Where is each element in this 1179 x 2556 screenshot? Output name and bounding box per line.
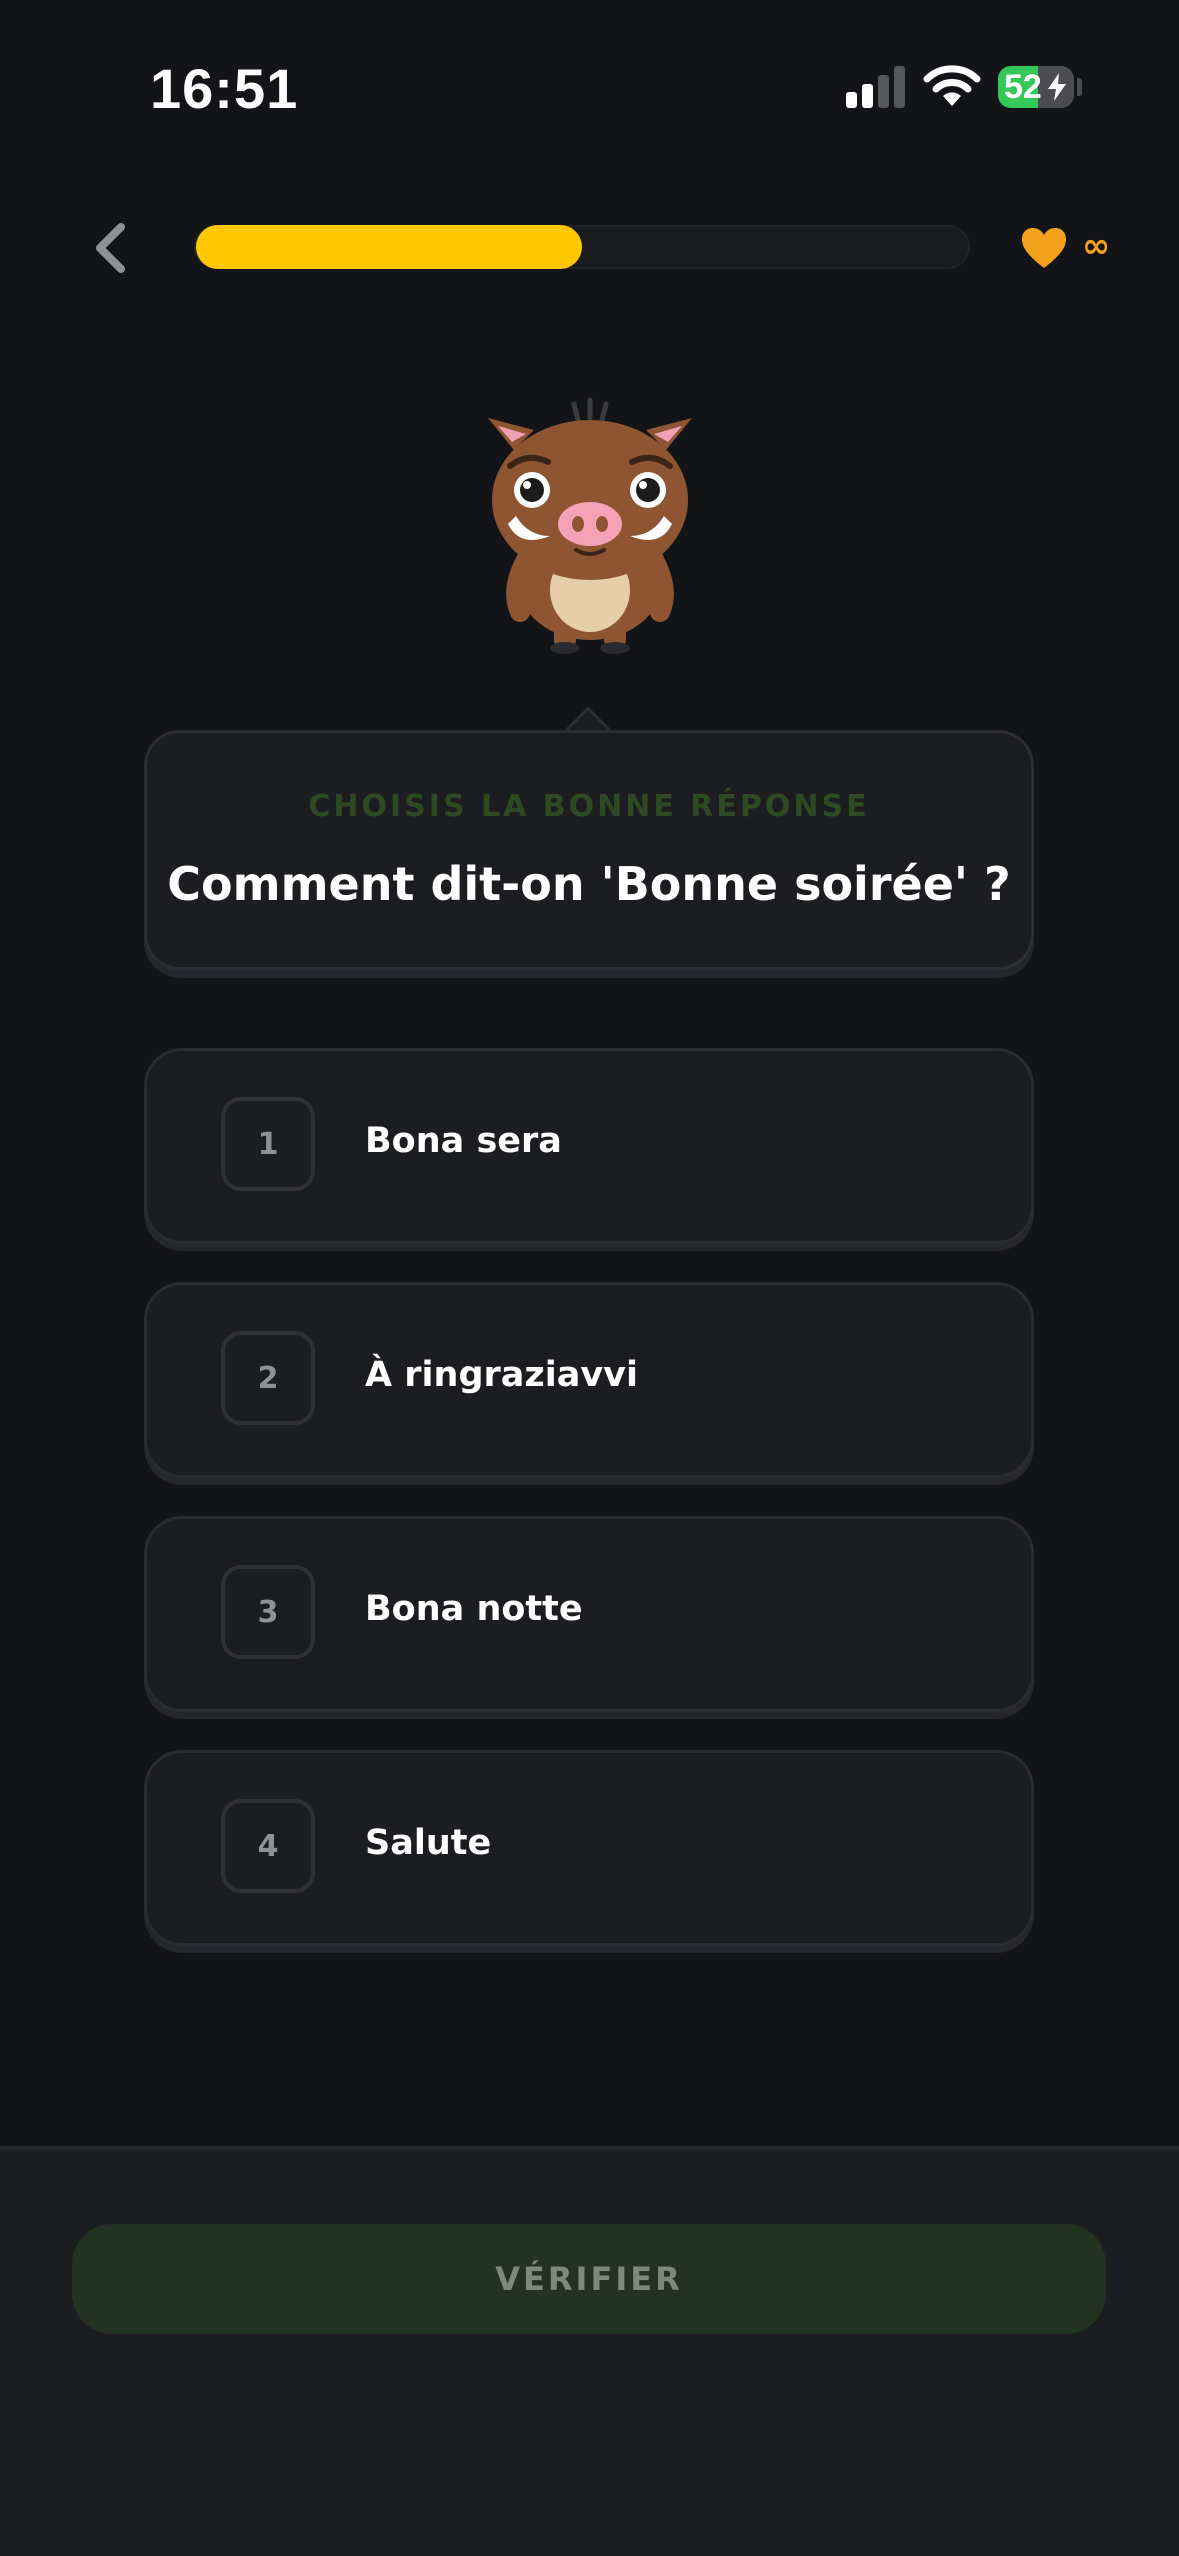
answer-option-2[interactable]: 2 À ringraziavvi [144,1282,1034,1478]
status-time: 16:51 [150,57,299,120]
progress-fill [196,225,582,269]
battery-charging-icon: 52 [998,66,1074,108]
option-label: À ringraziavvi [365,1355,638,1395]
heart-icon [1022,228,1066,268]
boar-mascot [488,397,692,654]
battery-tip [1077,78,1082,96]
answer-option-4[interactable]: 4 Salute [144,1750,1034,1946]
cellular-signal-icon [846,66,905,108]
answer-option-1[interactable]: 1 Bona sera [144,1048,1034,1244]
footer-panel [0,2146,1179,2556]
exercise-screen: 16:51 52 ∞ CHOISIS LA BONNE RÉPONSE Comm… [0,0,1179,2556]
wifi-icon [923,65,981,106]
hearts-count: ∞ [1082,226,1111,266]
option-number: 1 [221,1097,315,1191]
chevron-left-icon [96,223,125,273]
back-button[interactable] [80,218,140,278]
option-label: Bona sera [365,1121,562,1161]
instruction-label: CHOISIS LA BONNE RÉPONSE [308,789,870,824]
option-label: Bona notte [365,1589,583,1629]
option-number: 3 [221,1565,315,1659]
verify-button[interactable]: VÉRIFIER [72,2224,1106,2334]
battery-level: 52 [1004,68,1042,106]
lesson-progress-bar [194,225,970,269]
question-text: Comment dit-on 'Bonne soirée' ? [167,857,1011,911]
option-number: 4 [221,1799,315,1893]
option-number: 2 [221,1331,315,1425]
charging-bolt-icon [1048,73,1066,101]
question-card: CHOISIS LA BONNE RÉPONSE Comment dit-on … [144,730,1034,970]
answer-option-3[interactable]: 3 Bona notte [144,1516,1034,1712]
option-label: Salute [365,1823,492,1863]
